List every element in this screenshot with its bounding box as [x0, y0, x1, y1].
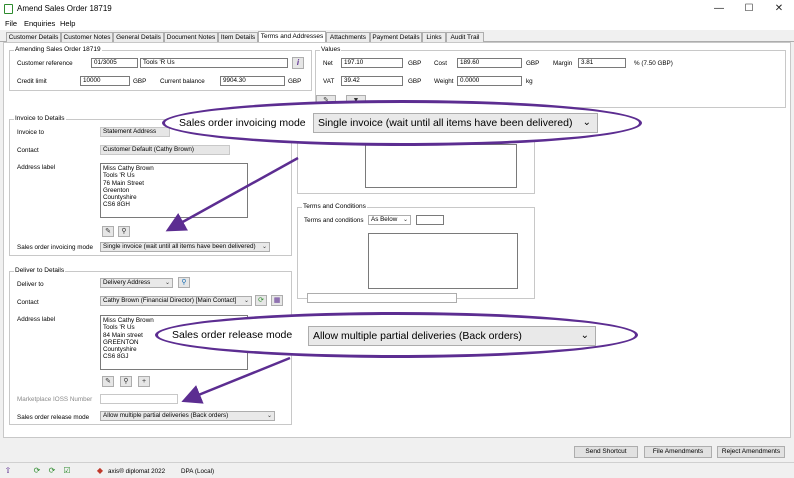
- status-bar: ⇧ ⟳ ⟳ ☑ ◆ axis® diplomat 2022 DPA (Local…: [0, 462, 794, 478]
- reject-amendments-button[interactable]: Reject Amendments: [717, 446, 785, 458]
- product-name: axis® diplomat 2022: [108, 468, 166, 475]
- reload-icon[interactable]: ⟳: [47, 466, 57, 476]
- action-bar: Send Shortcut File Amendments Reject Ame…: [0, 438, 794, 462]
- checklist-icon[interactable]: ☑: [62, 466, 72, 476]
- refresh-icon[interactable]: ⟳: [32, 466, 42, 476]
- up-arrow-icon[interactable]: ⇧: [3, 466, 13, 476]
- send-shortcut-button[interactable]: Send Shortcut: [574, 446, 638, 458]
- axis-logo-icon: ◆: [96, 466, 104, 475]
- invoicing-arrow: [165, 156, 299, 232]
- release-arrow: [181, 356, 291, 404]
- annotation-arrows: [165, 156, 299, 404]
- file-amendments-button[interactable]: File Amendments: [644, 446, 712, 458]
- database-name: DPA (Local): [181, 468, 215, 475]
